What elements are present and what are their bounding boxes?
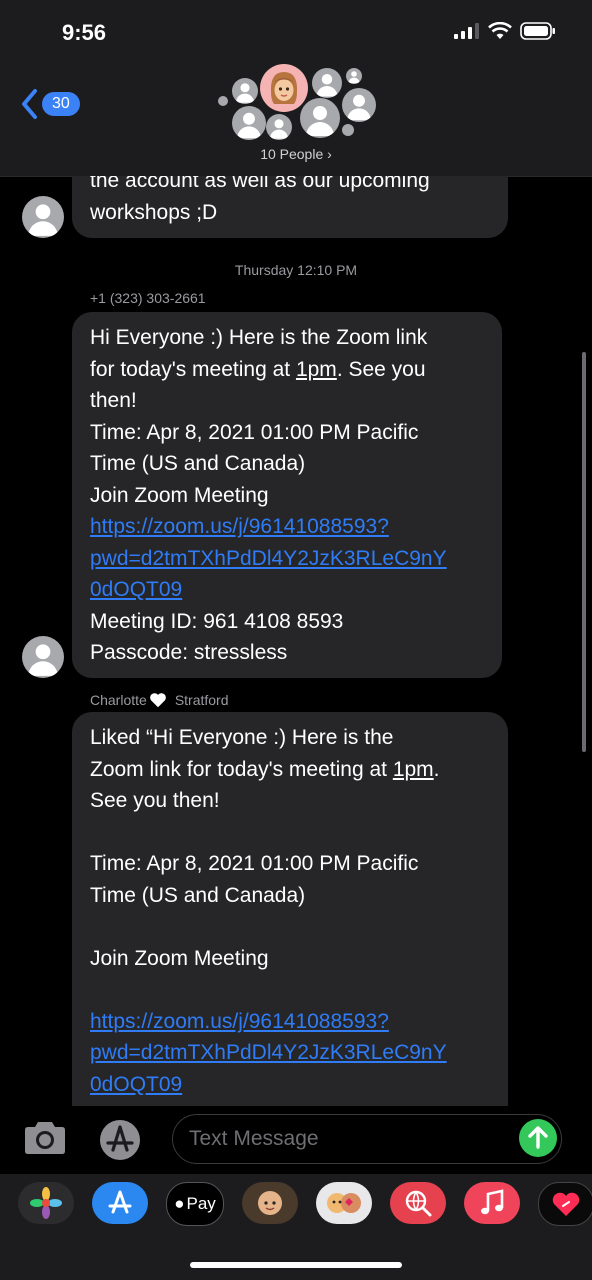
message-text: Liked “Hi Everyone :) Here is the bbox=[90, 726, 394, 749]
status-time: 9:56 bbox=[62, 20, 107, 45]
unread-count-badge: 30 bbox=[42, 92, 80, 116]
photos-icon bbox=[30, 1187, 62, 1219]
app-store-icon bbox=[108, 1190, 132, 1214]
message-bubble[interactable]: Liked “Hi Everyone :) Here is the Zoom l… bbox=[72, 712, 508, 1106]
message-input[interactable]: Text Message bbox=[172, 1114, 562, 1164]
message-text: Time (US and Canada) bbox=[90, 452, 306, 475]
avatar bbox=[266, 114, 292, 140]
zoom-link[interactable]: 0dOQT09 bbox=[90, 1069, 490, 1101]
arrow-up-icon bbox=[528, 1126, 548, 1149]
home-indicator[interactable] bbox=[190, 1262, 402, 1268]
message-list[interactable]: the account as well as our upcoming work… bbox=[0, 176, 592, 1106]
message-text: for today's meeting at 1pm. See you bbox=[90, 357, 426, 381]
scrollbar[interactable] bbox=[582, 352, 586, 752]
memoji-stickers-app-button[interactable] bbox=[316, 1182, 372, 1224]
battery-icon bbox=[520, 22, 555, 40]
apple-pay-app-button[interactable]: ● Pay bbox=[166, 1182, 224, 1226]
message-text: then! bbox=[90, 389, 137, 412]
zoom-link[interactable]: https://zoom.us/j/96141088593? bbox=[90, 511, 484, 543]
music-note-icon bbox=[481, 1189, 504, 1215]
sender-name: +1 (323) 303-2661 bbox=[90, 290, 206, 306]
chevron-left-icon bbox=[22, 89, 37, 119]
message-text: Join Zoom Meeting bbox=[90, 946, 269, 970]
sender-name: Charlotte Stratford bbox=[90, 692, 229, 708]
avatar bbox=[300, 98, 340, 138]
message-text: Zoom link for today's meeting at 1pm. bbox=[90, 757, 440, 781]
avatar bbox=[218, 96, 228, 106]
message-text: the account as well as our upcoming bbox=[90, 176, 430, 192]
back-button[interactable]: 30 bbox=[20, 88, 80, 120]
memoji-avatar bbox=[260, 64, 308, 112]
avatar bbox=[342, 88, 376, 122]
memoji-stickers-icon bbox=[327, 1193, 361, 1213]
zoom-link[interactable]: 0dOQT09 bbox=[90, 574, 484, 606]
sender-avatar[interactable] bbox=[22, 636, 64, 678]
message-bubble[interactable]: the account as well as our upcoming work… bbox=[72, 176, 508, 238]
photos-app-button[interactable] bbox=[18, 1182, 74, 1224]
avatar bbox=[232, 78, 258, 104]
group-avatars[interactable] bbox=[212, 62, 382, 142]
digital-touch-app-button[interactable] bbox=[538, 1182, 592, 1226]
avatar bbox=[346, 68, 362, 84]
message-bubble[interactable]: Hi Everyone :) Here is the Zoom link for… bbox=[72, 312, 502, 678]
timestamp: Thursday 12:10 PM bbox=[234, 262, 358, 278]
composer-bar: Text Message bbox=[0, 1106, 592, 1174]
cellular-signal-icon bbox=[454, 23, 479, 39]
message-text: Time: Apr 8, 2021 01:00 PM Pacific bbox=[90, 420, 419, 444]
globe-search-icon bbox=[405, 1190, 432, 1217]
avatar bbox=[232, 106, 266, 140]
web-images-app-button[interactable] bbox=[390, 1182, 446, 1224]
memoji-face-icon bbox=[270, 72, 298, 104]
status-icons bbox=[454, 22, 556, 40]
camera-button[interactable] bbox=[22, 1120, 70, 1160]
time-detected-link[interactable]: 1pm bbox=[393, 758, 434, 781]
message-text: See you then! bbox=[90, 789, 220, 812]
message-text: Join Zoom Meeting bbox=[90, 483, 269, 507]
app-store-icon bbox=[100, 1120, 140, 1160]
memoji-icon bbox=[258, 1191, 282, 1215]
message-input-placeholder: Text Message bbox=[189, 1127, 319, 1150]
wifi-icon bbox=[488, 22, 512, 39]
memoji-app-button[interactable] bbox=[242, 1182, 298, 1224]
heart-hand-icon bbox=[552, 1192, 580, 1216]
avatar bbox=[312, 68, 342, 98]
message-text: workshops ;D bbox=[90, 200, 218, 224]
send-button[interactable] bbox=[519, 1119, 557, 1157]
apple-pay-label: Pay bbox=[186, 1194, 216, 1213]
apple-logo-icon: ● bbox=[174, 1194, 185, 1213]
zoom-link[interactable]: pwd=d2tmTXhPdDl4Y2JzK3RLeC9nY bbox=[90, 1037, 490, 1069]
app-store-apps-button[interactable] bbox=[96, 1118, 144, 1162]
message-text: Time: Apr 8, 2021 01:00 PM Pacific bbox=[90, 852, 419, 875]
music-app-button[interactable] bbox=[464, 1182, 520, 1224]
message-text: Passcode: stressless bbox=[90, 641, 288, 664]
zoom-link[interactable]: pwd=d2tmTXhPdDl4Y2JzK3RLeC9nY bbox=[90, 543, 484, 575]
message-text: Hi Everyone :) Here is the Zoom link bbox=[90, 326, 428, 349]
group-members-link[interactable]: 10 People › bbox=[0, 146, 592, 162]
sender-avatar[interactable] bbox=[22, 196, 64, 238]
message-text: Meeting ID: 961 4108 8593 bbox=[90, 609, 344, 633]
app-store-app-button[interactable] bbox=[92, 1182, 148, 1224]
message-text: Time (US and Canada) bbox=[90, 883, 306, 907]
white-heart-icon bbox=[149, 693, 166, 708]
chat-header: 9:56 30 10 People › bbox=[0, 0, 592, 177]
zoom-link[interactable]: https://zoom.us/j/96141088593? bbox=[90, 1006, 490, 1038]
time-detected-link[interactable]: 1pm bbox=[296, 358, 337, 381]
camera-icon bbox=[25, 1122, 65, 1154]
avatar bbox=[342, 124, 354, 136]
